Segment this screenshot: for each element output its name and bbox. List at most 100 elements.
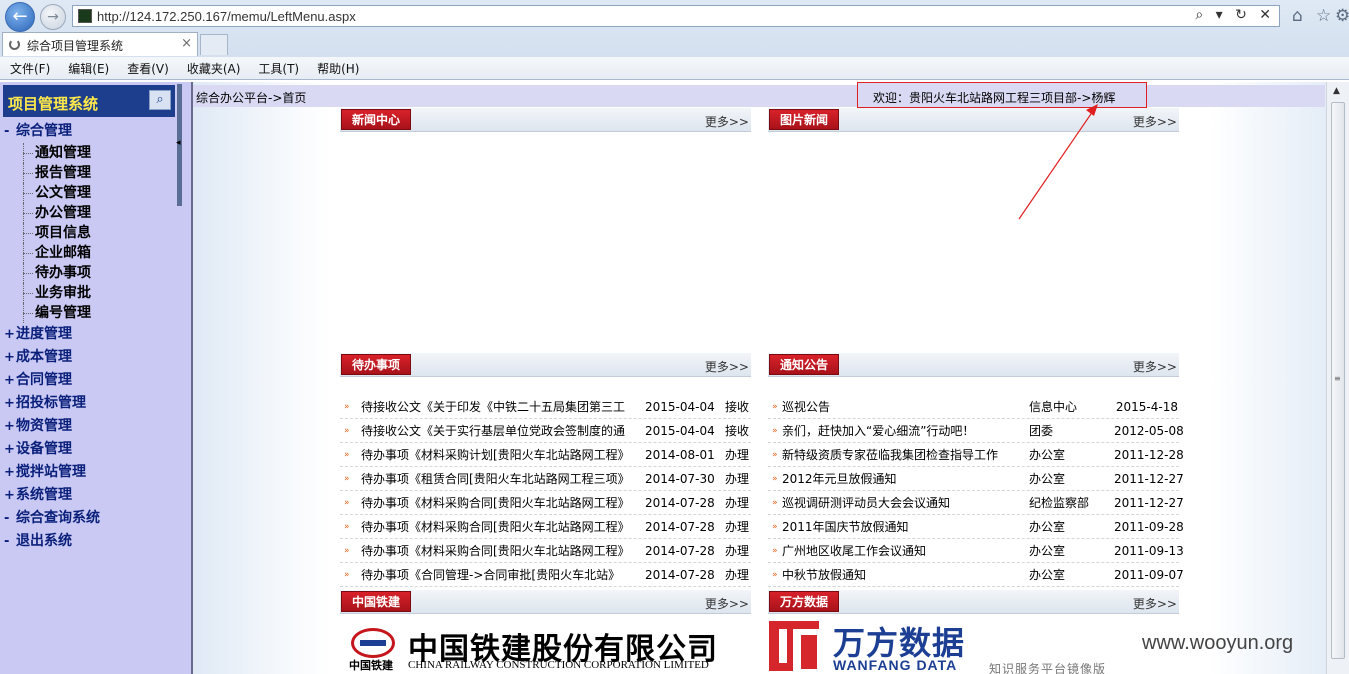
wanfang-logo-subtitle: 知识服务平台镜像版 [989, 662, 1107, 674]
arrow-icon: » [344, 474, 350, 484]
menu-tree: - 综合管理 通知管理 报告管理 公文管理 办公管理 项目信息 企业邮箱 待办事项… [4, 120, 176, 553]
minus-icon: - [4, 534, 10, 549]
photo-panel-header: 图片新闻 更多>> [768, 108, 1179, 132]
tree-group[interactable]: + 设备管理 [4, 438, 176, 461]
tree-item[interactable]: 业务审批 [4, 283, 176, 303]
tree-group-open[interactable]: - 综合管理 [4, 120, 176, 143]
plus-icon: + [4, 350, 15, 365]
tree-group[interactable]: + 搅拌站管理 [4, 461, 176, 484]
plus-icon: + [4, 419, 15, 434]
vertical-scrollbar[interactable]: ▲ ≡ [1326, 82, 1349, 674]
tree-group[interactable]: + 合同管理 [4, 369, 176, 392]
notice-row[interactable]: » 亲们，赶快加入“爱心细流”行动吧！ 团委 2012-05-08 [768, 419, 1184, 443]
new-tab-button[interactable] [200, 34, 228, 55]
wanfang-panel-header: 万方数据 更多>> [768, 590, 1179, 614]
tab-close-icon[interactable]: × [181, 36, 192, 51]
tree-item[interactable]: 企业邮箱 [4, 243, 176, 263]
crcc-panel-title: 中国铁建 [341, 591, 412, 612]
watermark-text: www.wooyun.org [1142, 632, 1294, 654]
back-arrow-icon: ← [12, 6, 28, 27]
gear-icon[interactable]: ⚙ [1335, 6, 1349, 26]
address-tools-icons[interactable]: ⌕ ▾ ↻ ✕ [1195, 7, 1275, 23]
crcc-panel: 中国铁建 更多>> [340, 590, 751, 614]
wanfang-logo-english: WANFANG DATA [833, 657, 958, 673]
address-bar[interactable]: http://124.172.250.167/memu/LeftMenu.asp… [72, 5, 1280, 27]
tree-item[interactable]: 待办事项 [4, 263, 176, 283]
favicon-icon [78, 9, 92, 23]
menu-tools[interactable]: 工具(T) [248, 57, 307, 77]
menu-edit[interactable]: 编辑(E) [58, 57, 117, 77]
frame-splitter[interactable]: ◂ [176, 84, 183, 674]
todo-panel: 待办事项 更多>> » 待接收公文《关于印发《中铁二十五局集团第三工 2015-04… [340, 353, 751, 587]
todo-row[interactable]: » 待接收公文《关于印发《中铁二十五局集团第三工 2015-04-04 接收 [340, 395, 751, 419]
arrow-icon: » [772, 474, 778, 484]
address-url[interactable]: http://124.172.250.167/memu/LeftMenu.asp… [97, 9, 356, 24]
breadcrumb: 综合办公平台->首页 [196, 91, 307, 105]
todo-more-link[interactable]: 更多>> [705, 358, 749, 375]
notice-row[interactable]: » 广州地区收尾工作会议通知 办公室 2011-09-13 [768, 539, 1184, 563]
arrow-icon: » [344, 570, 350, 580]
scroll-up-arrow-icon[interactable]: ▲ [1333, 86, 1340, 96]
tree-group[interactable]: - 综合查询系统 [4, 507, 176, 530]
tree-item[interactable]: 报告管理 [4, 163, 176, 183]
menu-favorites[interactable]: 收藏夹(A) [177, 57, 249, 77]
forward-arrow-icon: → [47, 9, 59, 25]
tree-item[interactable]: 通知管理 [4, 143, 176, 163]
favorites-star-icon[interactable]: ☆ [1316, 6, 1331, 26]
wanfang-more-link[interactable]: 更多>> [1133, 595, 1177, 612]
photo-more-link[interactable]: 更多>> [1133, 113, 1177, 130]
browser-chrome: ← → http://124.172.250.167/memu/LeftMenu… [0, 0, 1349, 80]
tree-group[interactable]: + 系统管理 [4, 484, 176, 507]
plus-icon: + [4, 396, 15, 411]
notice-more-link[interactable]: 更多>> [1133, 358, 1177, 375]
todo-row[interactable]: » 待办事项《租赁合同[贵阳火车北站路网工程三项》 2014-07-30 办理 [340, 467, 751, 491]
notice-panel-header: 通知公告 更多>> [768, 353, 1179, 377]
notice-row[interactable]: » 巡视调研测评动员大会会议通知 纪检监察部 2011-12-27 [768, 491, 1184, 515]
arrow-icon: » [772, 498, 778, 508]
todo-row[interactable]: » 待办事项《材料采购计划[贵阳火车北站路网工程》 2014-08-01 办理 [340, 443, 751, 467]
tree-group[interactable]: + 物资管理 [4, 415, 176, 438]
wanfang-emblem-icon [769, 621, 823, 674]
todo-row[interactable]: » 待接收公文《关于实行基层单位党政会签制度的通 2015-04-04 接收 [340, 419, 751, 443]
menu-file[interactable]: 文件(F) [0, 57, 58, 77]
crcc-logo-link[interactable]: 中国铁建 中国铁建股份有限公司 CHINA RAILWAY CONSTRUCTI… [341, 622, 727, 674]
tree-item[interactable]: 编号管理 [4, 303, 176, 323]
top-info-bar: 综合办公平台->首页 [193, 85, 1325, 107]
crcc-more-link[interactable]: 更多>> [705, 595, 749, 612]
sidebar-header: 项目管理系统 ⌕ [3, 85, 175, 117]
forward-button[interactable]: → [40, 4, 66, 30]
notice-row[interactable]: » 新特级资质专家莅临我集团检查指导工作 办公室 2011-12-28 [768, 443, 1184, 467]
arrow-icon: » [344, 498, 350, 508]
collapse-arrow-icon[interactable]: ◂ [176, 138, 181, 148]
tab-active[interactable]: 综合项目管理系统 × [2, 32, 198, 56]
tree-group[interactable]: + 进度管理 [4, 323, 176, 346]
tree-group[interactable]: + 招投标管理 [4, 392, 176, 415]
tree-item[interactable]: 公文管理 [4, 183, 176, 203]
welcome-user-box: 欢迎：贵阳火车北站路网工程三项目部->杨辉 [857, 82, 1147, 108]
arrow-icon: » [344, 522, 350, 532]
photo-news-panel: 图片新闻 更多>> [768, 108, 1179, 132]
todo-row[interactable]: » 待办事项《合同管理->合同审批[贵阳火车北站》 2014-07-28 办理 [340, 563, 751, 587]
todo-row[interactable]: » 待办事项《材料采购合同[贵阳火车北站路网工程》 2014-07-28 办理 [340, 515, 751, 539]
tree-group[interactable]: + 成本管理 [4, 346, 176, 369]
tree-group[interactable]: - 退出系统 [4, 530, 176, 553]
home-icon[interactable]: ⌂ [1292, 6, 1303, 26]
news-more-link[interactable]: 更多>> [705, 113, 749, 130]
scroll-grip-icon: ≡ [1334, 374, 1341, 383]
tree-item[interactable]: 办公管理 [4, 203, 176, 223]
todo-list: » 待接收公文《关于印发《中铁二十五局集团第三工 2015-04-04 接收 » 待接收… [340, 395, 751, 587]
wanfang-logo-link[interactable]: 万方数据 WANFANG DATA 知识服务平台镜像版 [769, 618, 1169, 674]
notice-row[interactable]: » 中秋节放假通知 办公室 2011-09-07 [768, 563, 1184, 587]
menu-view[interactable]: 查看(V) [117, 57, 177, 77]
todo-row[interactable]: » 待办事项《材料采购合同[贵阳火车北站路网工程》 2014-07-28 办理 [340, 539, 751, 563]
notice-row[interactable]: » 2012年元旦放假通知 办公室 2011-12-27 [768, 467, 1184, 491]
tree-item[interactable]: 项目信息 [4, 223, 176, 243]
crcc-logo-english: CHINA RAILWAY CONSTRUCTION CORPORATION L… [408, 659, 709, 671]
todo-row[interactable]: » 待办事项《材料采购合同[贵阳火车北站路网工程》 2014-07-28 办理 [340, 491, 751, 515]
menu-bar: 文件(F) 编辑(E) 查看(V) 收藏夹(A) 工具(T) 帮助(H) [0, 57, 1349, 79]
notice-row[interactable]: » 巡视公告 信息中心 2015-4-18 [768, 395, 1179, 419]
notice-row[interactable]: » 2011年国庆节放假通知 办公室 2011-09-28 [768, 515, 1184, 539]
search-icon[interactable]: ⌕ [149, 90, 171, 110]
menu-help[interactable]: 帮助(H) [307, 57, 367, 77]
back-button[interactable]: ← [5, 2, 35, 32]
